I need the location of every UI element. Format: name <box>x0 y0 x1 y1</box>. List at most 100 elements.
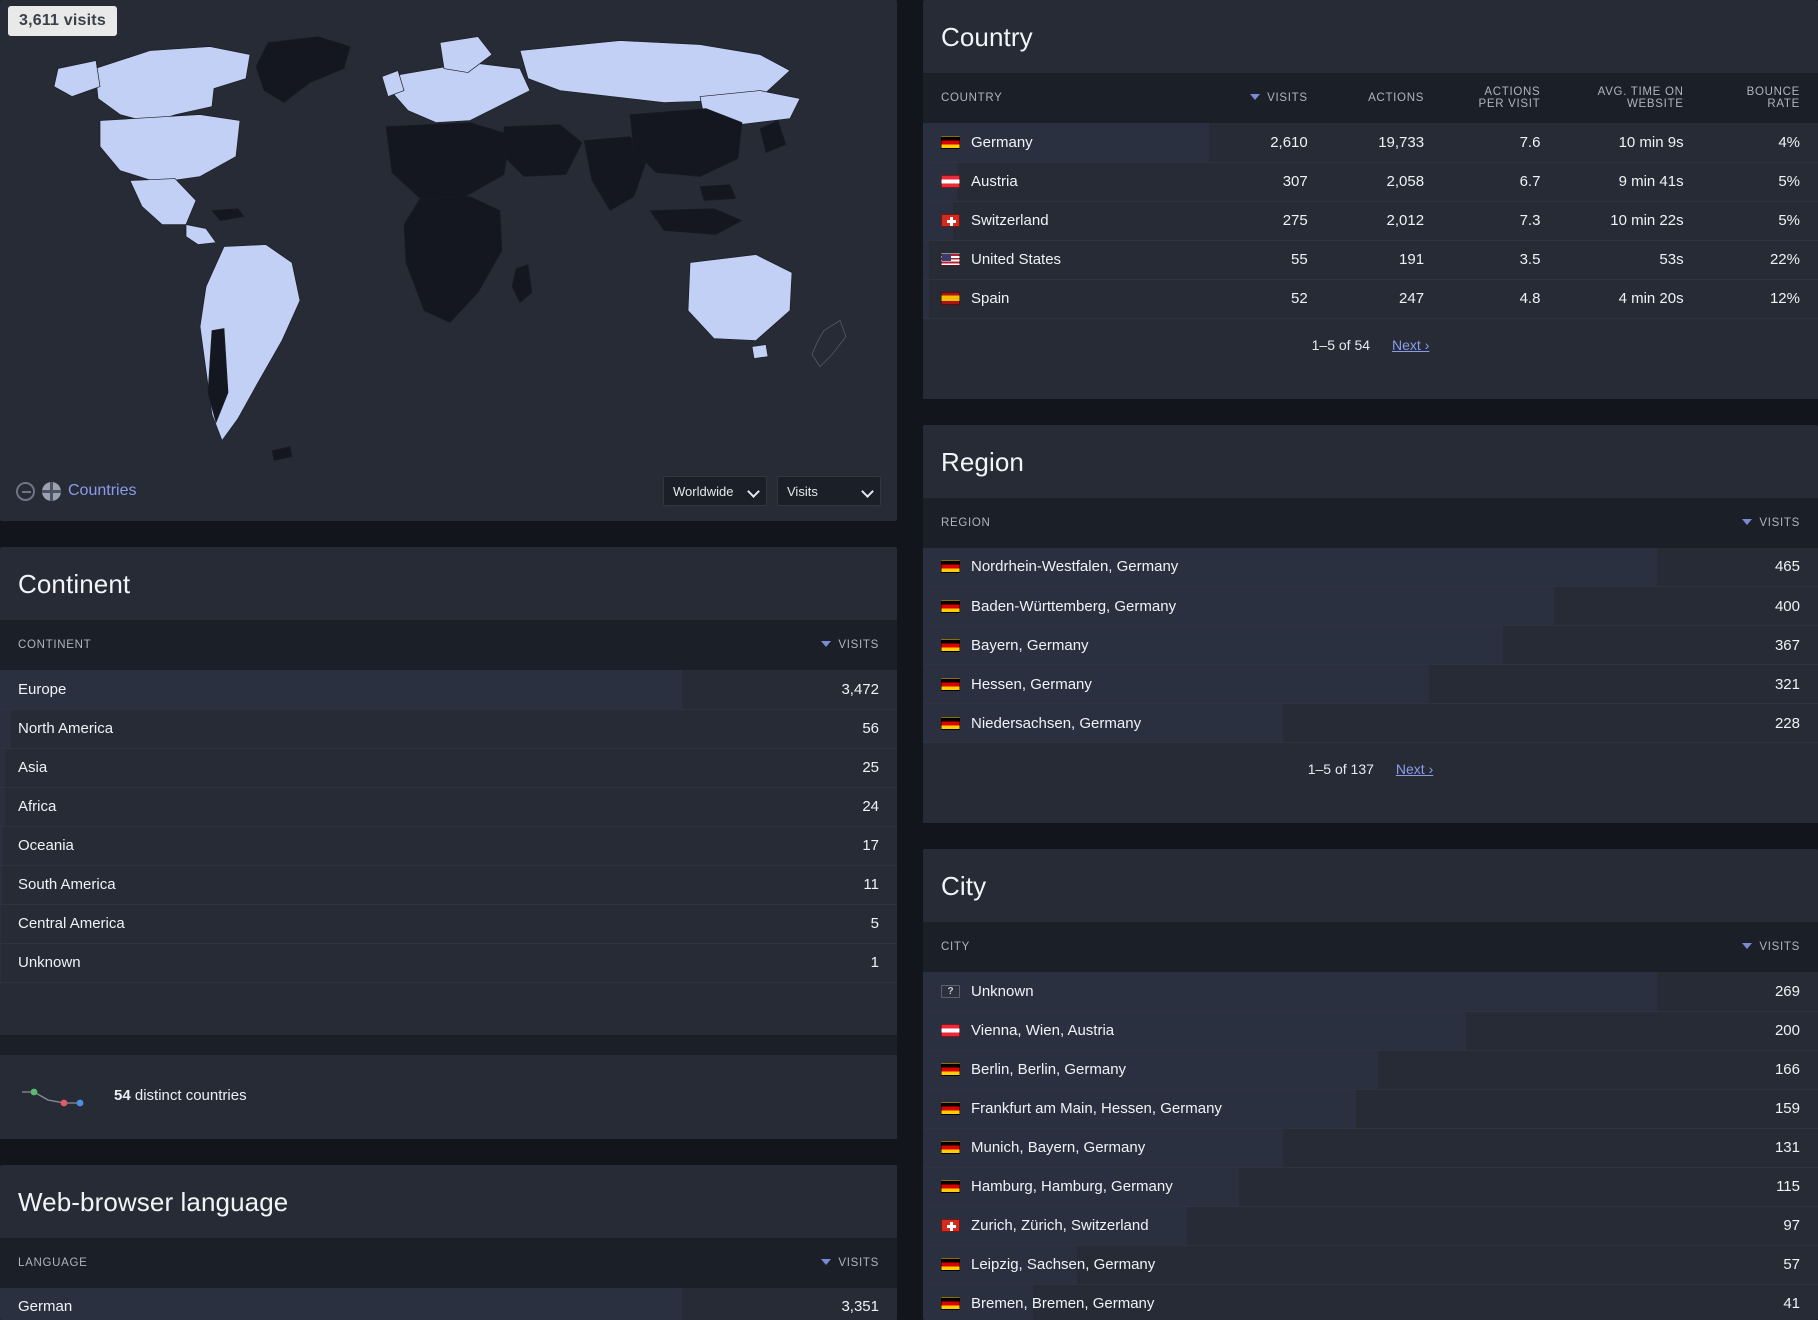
table-row[interactable]: Africa 24 <box>0 787 897 827</box>
column-header-actions[interactable]: ACTIONS <box>1325 73 1443 123</box>
apv-line2: PER VISIT <box>1478 98 1541 110</box>
table-row[interactable]: Nordrhein-Westfalen, Germany 465 <box>923 547 1818 587</box>
row-label-cell[interactable]: Europe <box>0 670 682 710</box>
table-row[interactable]: Bremen, Bremen, Germany 41 <box>923 1284 1818 1320</box>
table-row[interactable]: ? Unknown 269 <box>923 972 1818 1012</box>
table-row[interactable]: Frankfurt am Main, Hessen, Germany 159 <box>923 1089 1818 1129</box>
row-label-cell[interactable]: Berlin, Berlin, Germany <box>923 1050 1657 1090</box>
row-label-cell[interactable]: Vienna, Wien, Austria <box>923 1011 1657 1051</box>
row-label-cell[interactable]: ? Unknown <box>923 972 1657 1012</box>
row-label-cell[interactable]: Niedersachsen, Germany <box>923 703 1657 743</box>
column-header-country[interactable]: COUNTRY <box>923 73 1210 123</box>
column-header-visits[interactable]: VISITS <box>1656 922 1818 972</box>
table-row[interactable]: Unknown 1 <box>0 943 897 983</box>
row-label-cell[interactable]: German <box>0 1287 682 1320</box>
table-row[interactable]: Zurich, Zürich, Switzerland 97 <box>923 1206 1818 1246</box>
row-label-text: Africa <box>18 798 57 816</box>
row-bounce-rate-value: 4% <box>1778 133 1800 151</box>
row-label-cell[interactable]: Munich, Bayern, Germany <box>923 1128 1657 1168</box>
row-label-text: Baden-Württemberg, Germany <box>971 597 1177 615</box>
column-header-visits[interactable]: VISITS <box>681 620 897 671</box>
column-header-bounce-rate[interactable]: BOUNCE RATE <box>1701 73 1818 123</box>
row-label-cell[interactable]: Nordrhein-Westfalen, Germany <box>923 547 1657 587</box>
distinct-countries-footer[interactable]: 54 distinct countries <box>0 1054 897 1139</box>
row-label-cell[interactable]: Baden-Württemberg, Germany <box>923 586 1657 626</box>
column-header-actions-per-visit[interactable]: ACTIONS PER VISIT <box>1442 73 1559 123</box>
table-row[interactable]: Spain 52 247 4.8 4 min 20s 12% <box>923 279 1818 319</box>
row-actions-per-visit-value: 7.6 <box>1519 133 1541 151</box>
table-row[interactable]: Niedersachsen, Germany 228 <box>923 703 1818 743</box>
row-label-cell[interactable]: Germany <box>923 123 1210 163</box>
table-row[interactable]: Europe 3,472 <box>0 670 897 710</box>
row-visits-value: 17 <box>862 837 879 855</box>
map-region-select[interactable]: Worldwide <box>663 476 767 507</box>
table-row[interactable]: Austria 307 2,058 6.7 9 min 41s 5% <box>923 162 1818 202</box>
row-label-cell[interactable]: Central America <box>0 904 682 944</box>
table-row[interactable]: Switzerland 275 2,012 7.3 10 min 22s 5% <box>923 201 1818 241</box>
row-label-cell[interactable]: Hessen, Germany <box>923 664 1657 704</box>
column-header-continent[interactable]: CONTINENT <box>0 620 682 671</box>
city-rows: ? Unknown 269 Vienna, Wien, Austria 200 Berli… <box>923 972 1818 1320</box>
row-label-cell[interactable]: Bremen, Bremen, Germany <box>923 1284 1657 1320</box>
row-label-cell[interactable]: North America <box>0 709 682 749</box>
column-header-visits[interactable]: VISITS <box>1209 73 1326 123</box>
map-metric-select[interactable]: Visits <box>777 476 881 507</box>
table-row[interactable]: Vienna, Wien, Austria 200 <box>923 1011 1818 1051</box>
table-row[interactable]: Central America 5 <box>0 904 897 944</box>
sparkline-icon <box>22 1088 84 1107</box>
table-row[interactable]: Munich, Bayern, Germany 131 <box>923 1128 1818 1168</box>
column-header-region[interactable]: REGION <box>923 497 1657 548</box>
row-avg-time: 53s <box>1558 240 1702 280</box>
table-row[interactable]: Hessen, Germany 321 <box>923 664 1818 704</box>
row-label-cell[interactable]: South America <box>0 865 682 905</box>
table-row[interactable]: South America 11 <box>0 865 897 905</box>
row-label-cell[interactable]: Unknown <box>0 943 682 983</box>
row-label-cell[interactable]: Spain <box>923 279 1210 319</box>
table-row[interactable]: North America 56 <box>0 709 897 749</box>
table-row[interactable]: Bayern, Germany 367 <box>923 625 1818 665</box>
column-header-visits[interactable]: VISITS <box>681 1237 897 1288</box>
row-label-cell[interactable]: Zurich, Zürich, Switzerland <box>923 1206 1657 1246</box>
zoom-out-icon[interactable] <box>16 481 35 501</box>
column-header-language[interactable]: LANGUAGE <box>0 1237 682 1288</box>
table-row[interactable]: Germany 2,610 19,733 7.6 10 min 9s 4% <box>923 123 1818 163</box>
country-next-link[interactable]: Next › <box>1392 337 1429 353</box>
table-row[interactable]: Berlin, Berlin, Germany 166 <box>923 1050 1818 1090</box>
row-label-cell[interactable]: Hamburg, Hamburg, Germany <box>923 1167 1657 1207</box>
row-label-cell[interactable]: Leipzig, Sachsen, Germany <box>923 1245 1657 1285</box>
row-label-cell[interactable]: Frankfurt am Main, Hessen, Germany <box>923 1089 1657 1129</box>
table-row[interactable]: Asia 25 <box>0 748 897 788</box>
row-actions: 191 <box>1325 240 1443 280</box>
globe-icon[interactable] <box>42 481 61 501</box>
row-label-cell[interactable]: United States <box>923 240 1210 280</box>
row-label-cell[interactable]: Asia <box>0 748 682 788</box>
table-row[interactable]: Hamburg, Hamburg, Germany 115 <box>923 1167 1818 1207</box>
flag-icon-de <box>941 135 960 149</box>
map-countries-link[interactable]: Countries <box>68 482 136 500</box>
table-row[interactable]: German 3,351 <box>0 1287 897 1320</box>
row-label: United States <box>941 251 1191 268</box>
distinct-countries-label: distinct countries <box>130 1087 247 1105</box>
column-header-avg-time[interactable]: AVG. TIME ON WEBSITE <box>1558 73 1702 123</box>
region-next-link[interactable]: Next › <box>1396 761 1433 777</box>
table-row[interactable]: United States 55 191 3.5 53s 22% <box>923 240 1818 280</box>
row-label-cell[interactable]: Bayern, Germany <box>923 625 1657 665</box>
row-label-cell[interactable]: Austria <box>923 162 1210 202</box>
row-visits: 307 <box>1209 162 1326 202</box>
row-bar-indicator <box>0 826 4 865</box>
row-bounce-rate-value: 5% <box>1778 173 1800 190</box>
bounce-line2: RATE <box>1767 98 1800 110</box>
column-header-visits[interactable]: VISITS <box>1656 497 1818 548</box>
country-rows: Germany 2,610 19,733 7.6 10 min 9s 4% Austria 3… <box>923 123 1818 319</box>
flag-icon-de <box>941 638 960 652</box>
table-row[interactable]: Leipzig, Sachsen, Germany 57 <box>923 1245 1818 1285</box>
column-header-city[interactable]: CITY <box>923 922 1657 972</box>
flag-icon-de <box>941 677 960 691</box>
table-row[interactable]: Baden-Württemberg, Germany 400 <box>923 586 1818 626</box>
row-label-cell[interactable]: Oceania <box>0 826 682 866</box>
row-label: North America <box>18 720 664 737</box>
table-row[interactable]: Oceania 17 <box>0 826 897 866</box>
row-label-cell[interactable]: Switzerland <box>923 201 1210 241</box>
world-map[interactable] <box>0 0 897 521</box>
row-label-cell[interactable]: Africa <box>0 787 682 827</box>
